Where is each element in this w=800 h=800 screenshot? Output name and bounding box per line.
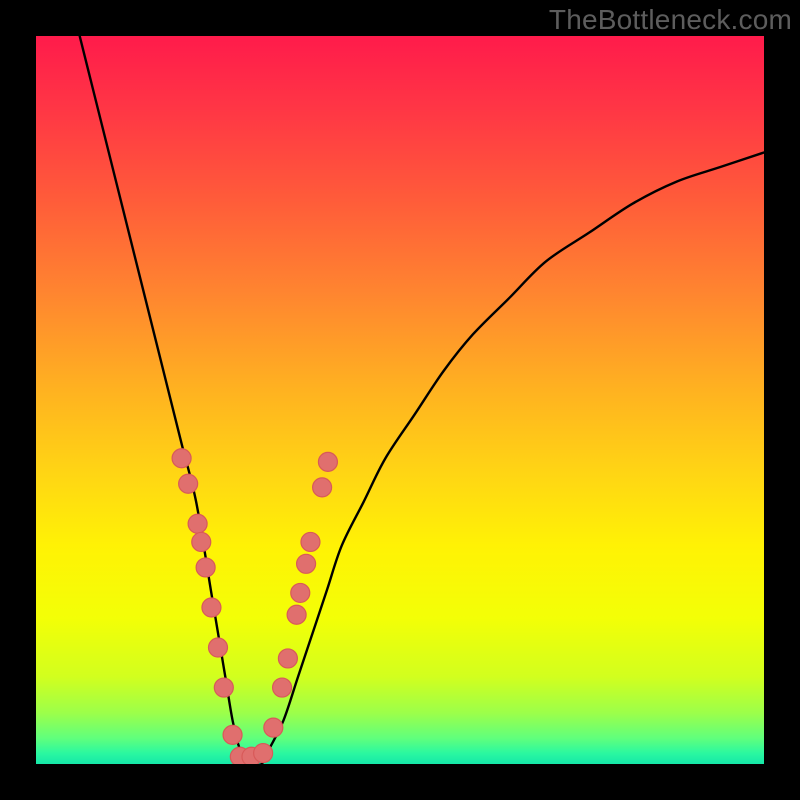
data-marker [297, 554, 316, 573]
plot-area [36, 36, 764, 764]
marker-group [172, 449, 337, 764]
data-marker [179, 474, 198, 493]
data-marker [273, 678, 292, 697]
watermark-text: TheBottleneck.com [549, 4, 792, 36]
data-marker [209, 638, 228, 657]
data-marker [318, 452, 337, 471]
data-marker [301, 532, 320, 551]
data-marker [291, 583, 310, 602]
data-marker [192, 532, 211, 551]
data-marker [202, 598, 221, 617]
data-marker [254, 744, 273, 763]
data-marker [188, 514, 207, 533]
data-marker [223, 725, 242, 744]
data-marker [313, 478, 332, 497]
data-marker [264, 718, 283, 737]
data-marker [172, 449, 191, 468]
chart-svg [36, 36, 764, 764]
data-marker [214, 678, 233, 697]
bottleneck-curve [80, 36, 764, 764]
data-marker [287, 605, 306, 624]
data-marker [196, 558, 215, 577]
data-marker [278, 649, 297, 668]
